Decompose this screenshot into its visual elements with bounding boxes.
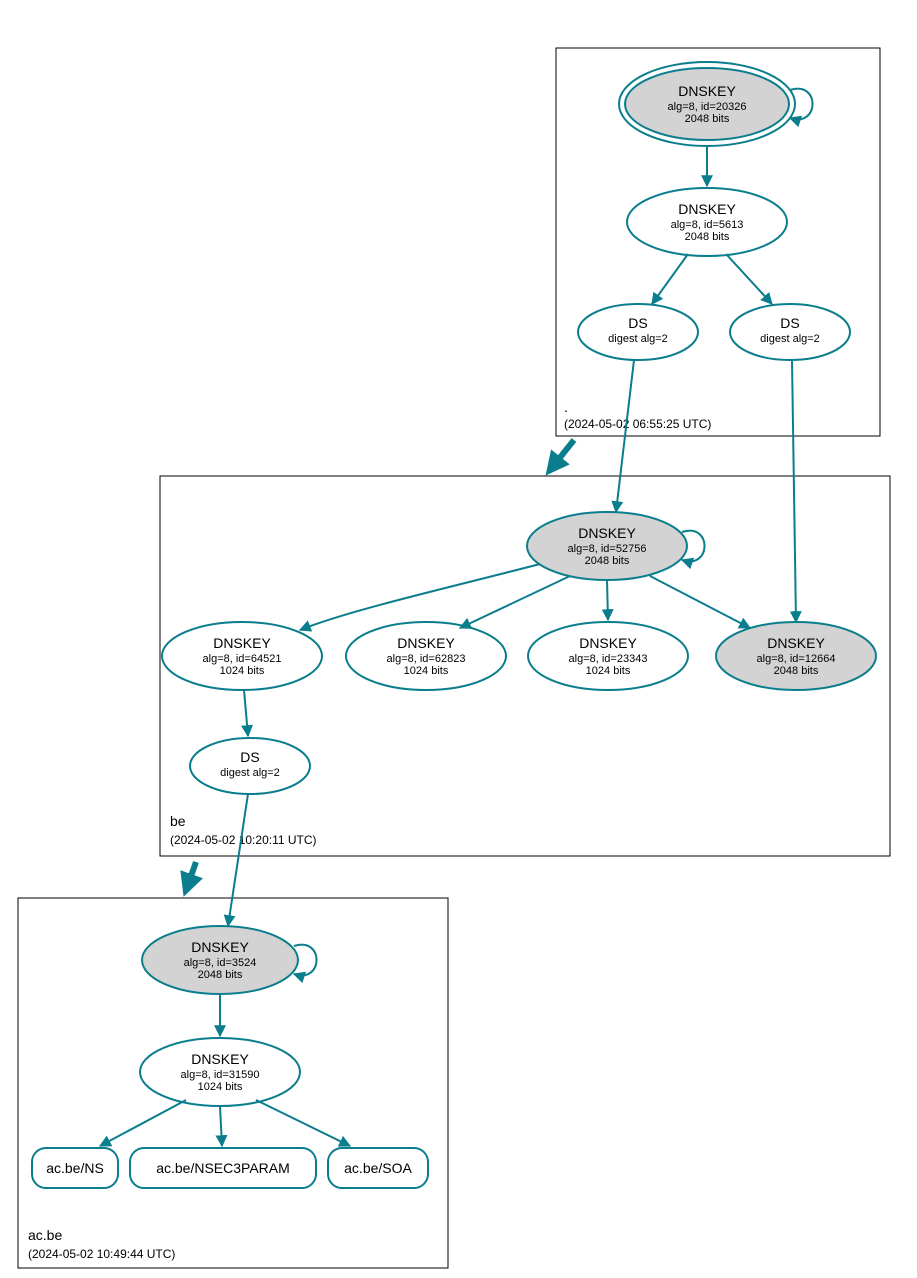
svg-text:alg=8, id=64521: alg=8, id=64521 — [203, 653, 282, 665]
zone-acbe-timestamp: (2024-05-02 10:49:44 UTC) — [28, 1247, 175, 1261]
svg-text:DNSKEY: DNSKEY — [678, 83, 736, 99]
node-root-ds1: DS digest alg=2 — [578, 304, 698, 360]
svg-text:alg=8, id=3524: alg=8, id=3524 — [184, 957, 257, 969]
zone-be: be (2024-05-02 10:20:11 UTC) DNSKEY alg=… — [160, 360, 890, 856]
svg-text:DNSKEY: DNSKEY — [578, 525, 636, 541]
svg-text:2048 bits: 2048 bits — [198, 969, 243, 981]
zone-root: . (2024-05-02 06:55:25 UTC) DNSKEY alg=8… — [556, 48, 880, 436]
rrset-soa: ac.be/SOA — [328, 1148, 428, 1188]
svg-text:ac.be/NS: ac.be/NS — [46, 1160, 104, 1176]
svg-text:alg=8, id=20326: alg=8, id=20326 — [668, 101, 747, 113]
svg-text:2048 bits: 2048 bits — [685, 231, 730, 243]
svg-text:digest alg=2: digest alg=2 — [220, 767, 280, 779]
node-be-k4: DNSKEY alg=8, id=12664 2048 bits — [716, 622, 876, 690]
svg-text:alg=8, id=12664: alg=8, id=12664 — [757, 653, 836, 665]
svg-text:ac.be/SOA: ac.be/SOA — [344, 1160, 412, 1176]
svg-text:DNSKEY: DNSKEY — [397, 635, 455, 651]
zone-root-timestamp: (2024-05-02 06:55:25 UTC) — [564, 417, 711, 431]
node-be-ds: DS digest alg=2 — [190, 738, 310, 794]
node-be-ksk: DNSKEY alg=8, id=52756 2048 bits — [527, 512, 687, 580]
svg-text:alg=8, id=23343: alg=8, id=23343 — [569, 653, 648, 665]
zone-be-label: be — [170, 813, 186, 829]
node-root-ksk: DNSKEY alg=8, id=20326 2048 bits — [619, 62, 795, 146]
svg-text:digest alg=2: digest alg=2 — [608, 333, 668, 345]
node-be-k1: DNSKEY alg=8, id=64521 1024 bits — [162, 622, 322, 690]
svg-text:DS: DS — [240, 749, 259, 765]
zone-root-label: . — [564, 399, 568, 415]
svg-text:ac.be/NSEC3PARAM: ac.be/NSEC3PARAM — [156, 1160, 290, 1176]
svg-text:DNSKEY: DNSKEY — [678, 201, 736, 217]
svg-text:DNSKEY: DNSKEY — [191, 939, 249, 955]
svg-text:alg=8, id=62823: alg=8, id=62823 — [387, 653, 466, 665]
zone-acbe: ac.be (2024-05-02 10:49:44 UTC) DNSKEY a… — [18, 794, 448, 1268]
svg-text:digest alg=2: digest alg=2 — [760, 333, 820, 345]
svg-text:alg=8, id=5613: alg=8, id=5613 — [671, 219, 744, 231]
svg-text:1024 bits: 1024 bits — [586, 665, 631, 677]
node-ac-zsk: DNSKEY alg=8, id=31590 1024 bits — [140, 1038, 300, 1106]
svg-text:DS: DS — [780, 315, 799, 331]
svg-text:DNSKEY: DNSKEY — [191, 1051, 249, 1067]
svg-text:alg=8, id=52756: alg=8, id=52756 — [568, 543, 647, 555]
svg-text:1024 bits: 1024 bits — [198, 1081, 243, 1093]
svg-text:alg=8, id=31590: alg=8, id=31590 — [181, 1069, 260, 1081]
rrset-nsec3param: ac.be/NSEC3PARAM — [130, 1148, 316, 1188]
svg-text:2048 bits: 2048 bits — [585, 555, 630, 567]
node-be-k2: DNSKEY alg=8, id=62823 1024 bits — [346, 622, 506, 690]
svg-text:1024 bits: 1024 bits — [404, 665, 449, 677]
svg-text:2048 bits: 2048 bits — [774, 665, 819, 677]
svg-text:DS: DS — [628, 315, 647, 331]
svg-text:2048 bits: 2048 bits — [685, 113, 730, 125]
rrset-ns: ac.be/NS — [32, 1148, 118, 1188]
dnssec-diagram: . (2024-05-02 06:55:25 UTC) DNSKEY alg=8… — [0, 0, 917, 1278]
node-root-zsk: DNSKEY alg=8, id=5613 2048 bits — [627, 188, 787, 256]
svg-text:DNSKEY: DNSKEY — [579, 635, 637, 651]
node-ac-ksk: DNSKEY alg=8, id=3524 2048 bits — [142, 926, 298, 994]
zone-acbe-label: ac.be — [28, 1227, 62, 1243]
svg-text:DNSKEY: DNSKEY — [767, 635, 825, 651]
svg-text:DNSKEY: DNSKEY — [213, 635, 271, 651]
node-be-k3: DNSKEY alg=8, id=23343 1024 bits — [528, 622, 688, 690]
svg-text:1024 bits: 1024 bits — [220, 665, 265, 677]
zone-be-timestamp: (2024-05-02 10:20:11 UTC) — [170, 833, 317, 847]
node-root-ds2: DS digest alg=2 — [730, 304, 850, 360]
